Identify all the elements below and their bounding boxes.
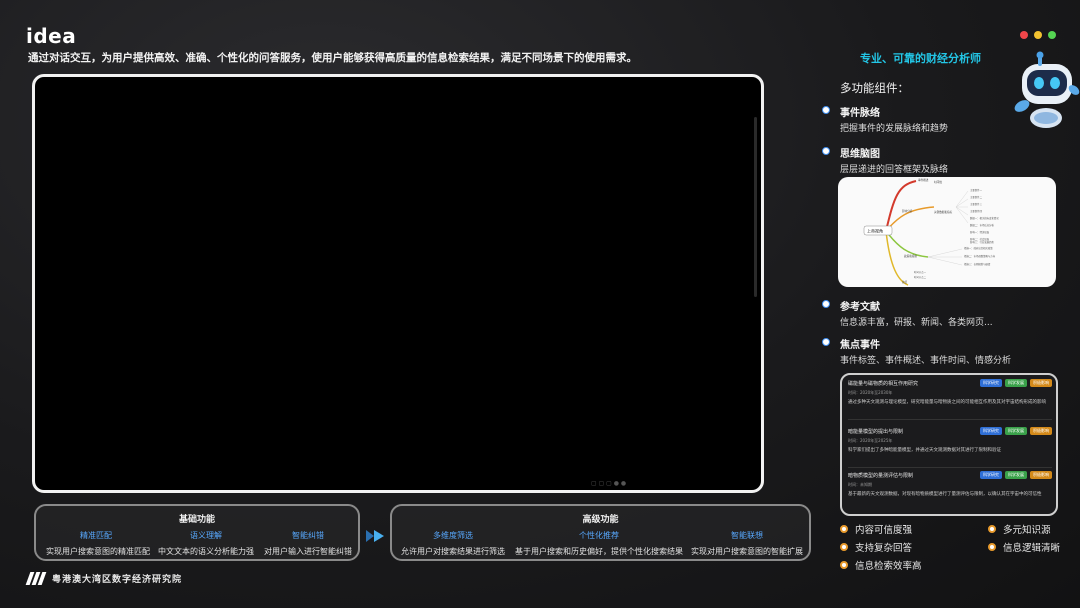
feature-correction: 智能纠错 对用户输入进行智能纠错 bbox=[264, 531, 352, 556]
chat-display-area[interactable]: ▢ ▢ ▢ ● ● bbox=[32, 74, 764, 493]
focus-events-card[interactable]: 磁能量与磁物质的相互作用研究 科学研究 科学发展 积极影响 时间：2020年至2… bbox=[840, 373, 1058, 516]
page-subtitle: 通过对话交互，为用户提供高效、准确、个性化的问答服务，使用户能够获得高质量的信息… bbox=[28, 52, 637, 64]
feature-efficiency: 信息检索效率高 bbox=[840, 558, 922, 572]
basic-features-title: 基础功能 bbox=[178, 515, 215, 525]
feature-clear-logic: 信息逻辑清晰 bbox=[988, 540, 1060, 554]
bullet-icon bbox=[840, 525, 848, 533]
advanced-features-title: 高级功能 bbox=[582, 515, 619, 525]
svg-text:时间节点二: 时间节点二 bbox=[914, 275, 927, 279]
svg-text:主要事件三: 主要事件三 bbox=[970, 202, 983, 206]
event-tag: 科学发展 bbox=[1005, 379, 1027, 387]
svg-text:事件概述: 事件概述 bbox=[918, 178, 929, 182]
svg-text:主要事件四: 主要事件四 bbox=[970, 209, 983, 213]
svg-text:措施一：政府出台相关政策: 措施一：政府出台相关政策 bbox=[964, 246, 993, 250]
feature-knowledge-sources: 多元知识源 bbox=[988, 522, 1051, 536]
mindmap-diagram: 上帝视角 事件概述 关键数据和指标 影响分析 政策和措施 总结 时间线 主要事件… bbox=[863, 178, 999, 286]
svg-text:主要事件二: 主要事件二 bbox=[970, 195, 983, 199]
event-tag: 科学研究 bbox=[980, 427, 1002, 435]
org-logo-icon bbox=[25, 572, 47, 585]
svg-text:影响分析: 影响分析 bbox=[902, 209, 913, 213]
svg-text:影响一：经济层面: 影响一：经济层面 bbox=[970, 230, 990, 234]
maximize-dot[interactable] bbox=[1048, 31, 1056, 39]
svg-text:影响三：行业发展趋势: 影响三：行业发展趋势 bbox=[970, 240, 995, 244]
bullet-icon bbox=[988, 525, 996, 533]
svg-text:措施三：长期规划与展望: 措施三：长期规划与展望 bbox=[964, 262, 991, 266]
svg-text:主要事件一: 主要事件一 bbox=[970, 188, 983, 192]
bullet-icon bbox=[988, 543, 996, 551]
mindmap-root: 上帝视角 bbox=[867, 228, 883, 234]
bullet-icon bbox=[822, 338, 830, 346]
svg-text:政策和措施: 政策和措施 bbox=[904, 254, 917, 258]
components-title: 多功能组件： bbox=[840, 81, 909, 95]
event-tag: 科学发展 bbox=[1005, 427, 1027, 435]
advanced-features-panel: 高级功能 多维度筛选 允许用户对搜索结果进行筛选 个性化推荐 基于用户搜索和历史… bbox=[390, 504, 811, 561]
app-logo: idea bbox=[26, 24, 77, 48]
bullet-icon bbox=[822, 300, 830, 308]
tagline: 专业、可靠的财经分析师 bbox=[860, 52, 981, 65]
org-name: 粤港澳大湾区数字经济研究院 bbox=[52, 575, 183, 585]
scrollbar[interactable] bbox=[754, 117, 757, 297]
bullet-icon bbox=[822, 106, 830, 114]
svg-text:关键数据和指标: 关键数据和指标 bbox=[934, 210, 953, 214]
svg-text:数据二：市场反应分析: 数据二：市场反应分析 bbox=[970, 223, 995, 227]
mindmap-preview[interactable]: 上帝视角 事件概述 关键数据和指标 影响分析 政策和措施 总结 时间线 主要事件… bbox=[838, 177, 1056, 287]
basic-features-panel: 基础功能 精准匹配 实现用户搜索意图的精准匹配 语义理解 中文文本的语义分析能力… bbox=[34, 504, 360, 561]
close-dot[interactable] bbox=[1020, 31, 1028, 39]
event-tag: 科学发展 bbox=[1005, 471, 1027, 479]
feature-association: 智能联想 实现对用户搜索意图的智能扩展 bbox=[691, 531, 803, 556]
event-tag: 积极影响 bbox=[1030, 427, 1052, 435]
event-tag: 科学研究 bbox=[980, 471, 1002, 479]
window-controls bbox=[1020, 31, 1056, 39]
feature-semantic: 语义理解 中文文本的语义分析能力强 bbox=[158, 531, 254, 556]
feature-credibility: 内容可信度强 bbox=[840, 522, 912, 536]
feature-exact-match: 精准匹配 实现用户搜索意图的精准匹配 bbox=[46, 531, 150, 556]
svg-text:总结: 总结 bbox=[902, 280, 908, 284]
svg-text:时间节点一: 时间节点一 bbox=[914, 270, 927, 274]
event-tag: 科学研究 bbox=[980, 379, 1002, 387]
robot-mascot-icon bbox=[1014, 51, 1080, 128]
feature-complex-answers: 支持复杂回答 bbox=[840, 540, 912, 554]
minimize-dot[interactable] bbox=[1034, 31, 1042, 39]
event-tag: 积极影响 bbox=[1030, 471, 1052, 479]
svg-text:时间线: 时间线 bbox=[934, 180, 942, 184]
event-tag: 积极影响 bbox=[1030, 379, 1052, 387]
bullet-icon bbox=[840, 561, 848, 569]
feature-recommend: 个性化推荐 基于用户搜索和历史偏好，提供个性化搜索结果 bbox=[515, 531, 683, 556]
bullet-icon bbox=[840, 543, 848, 551]
svg-text:数据一：相关指标变化情况: 数据一：相关指标变化情况 bbox=[970, 216, 999, 220]
bullet-icon bbox=[822, 147, 830, 155]
feature-filter: 多维度筛选 允许用户对搜索结果进行筛选 bbox=[401, 531, 505, 556]
svg-text:措施二：市场调整策略与方向: 措施二：市场调整策略与方向 bbox=[964, 254, 996, 258]
status-icons: ▢ ▢ ▢ ● ● bbox=[591, 480, 627, 487]
chevron-right-icon bbox=[366, 530, 384, 542]
org-footer: 粤港澳大湾区数字经济研究院 bbox=[25, 572, 183, 585]
